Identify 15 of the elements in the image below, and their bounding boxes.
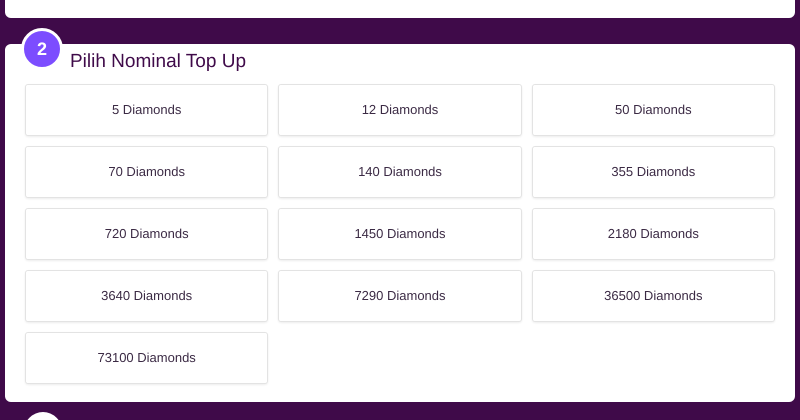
nominal-option[interactable]: 720 Diamonds	[25, 208, 268, 260]
nominal-option[interactable]: 50 Diamonds	[532, 84, 775, 136]
nominal-option[interactable]: 3640 Diamonds	[25, 270, 268, 322]
step-badge: 2	[21, 28, 63, 70]
section-title: Pilih Nominal Top Up	[70, 50, 246, 74]
nominal-option[interactable]: 355 Diamonds	[532, 146, 775, 198]
nominal-option[interactable]: 1450 Diamonds	[278, 208, 522, 260]
nominal-option[interactable]: 5 Diamonds	[25, 84, 268, 136]
nominal-option[interactable]: 2180 Diamonds	[532, 208, 775, 260]
nominal-option[interactable]: 73100 Diamonds	[25, 332, 268, 384]
nominal-option[interactable]: 36500 Diamonds	[532, 270, 775, 322]
nominal-option[interactable]: 70 Diamonds	[25, 146, 268, 198]
nominal-option[interactable]: 7290 Diamonds	[278, 270, 522, 322]
nominal-option[interactable]: 140 Diamonds	[278, 146, 522, 198]
nominal-option[interactable]: 12 Diamonds	[278, 84, 522, 136]
